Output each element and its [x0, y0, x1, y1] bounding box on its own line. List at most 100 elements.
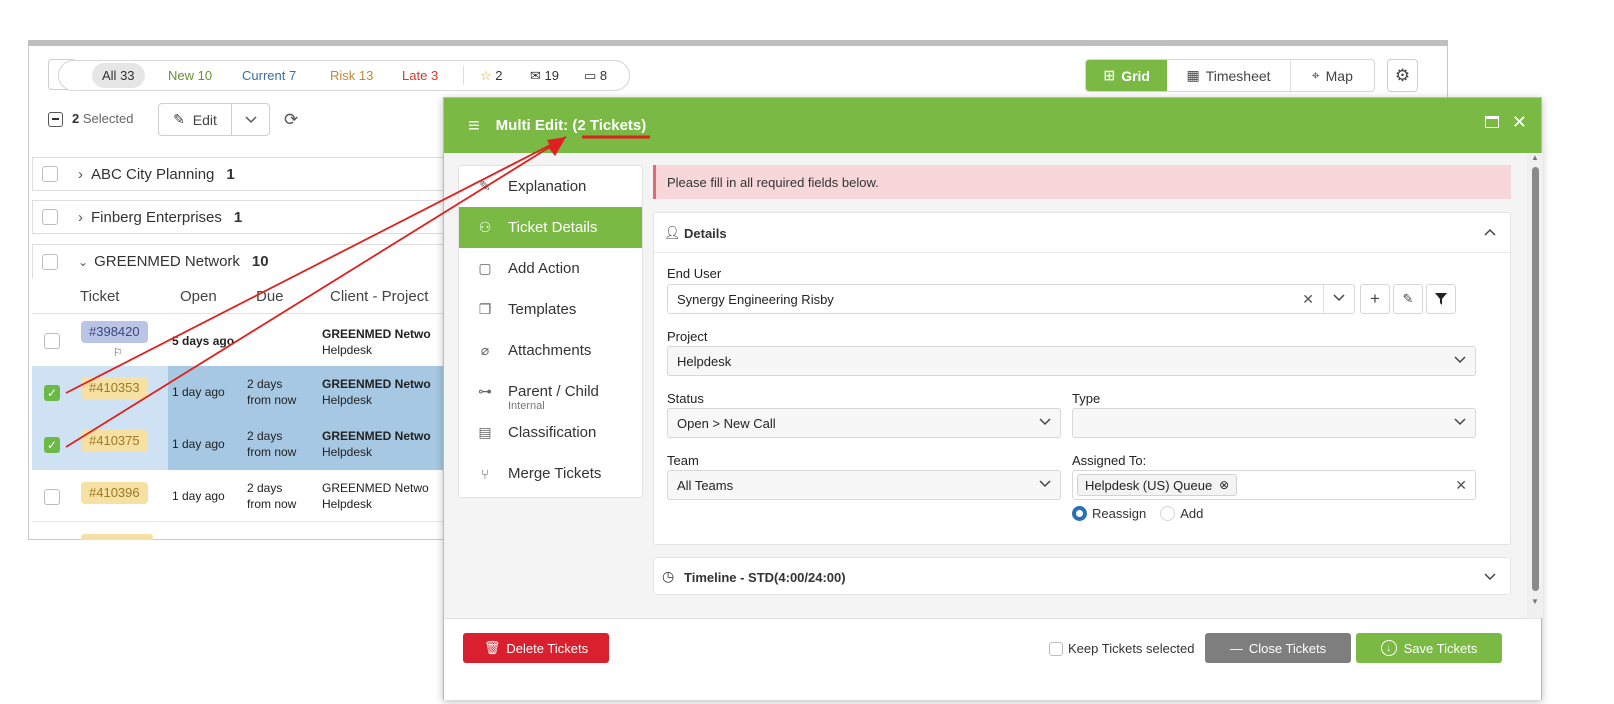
nav-explanation[interactable]: ✎ Explanation	[459, 166, 642, 207]
group-row-abc[interactable]: › ABC City Planning 1	[32, 157, 452, 191]
group-checkbox[interactable]	[42, 209, 58, 225]
edit-notes-icon: ✎	[479, 178, 491, 194]
chevron-down-icon	[1454, 418, 1466, 426]
filter-end-user-button[interactable]	[1426, 284, 1456, 314]
type-select[interactable]	[1072, 408, 1476, 438]
status-label: Status	[667, 391, 704, 406]
clear-icon[interactable]: ✕	[1302, 291, 1314, 308]
row-project: Helpdesk	[322, 393, 373, 407]
filter-all-label: All	[102, 68, 117, 83]
group-row-finberg[interactable]: › Finberg Enterprises 1	[32, 200, 452, 234]
nav-ticket-details[interactable]: ⚇ Ticket Details	[459, 207, 642, 248]
filter-starred-count: 2	[495, 68, 503, 83]
timeline-panel[interactable]: ◷ Timeline - STD(4:00/24:00)	[653, 557, 1511, 595]
add-radio[interactable]	[1160, 506, 1176, 521]
group-checkbox[interactable]	[42, 166, 58, 182]
row-checkbox-checked[interactable]: ✓	[44, 385, 60, 401]
status-select[interactable]: Open > New Call	[667, 408, 1061, 438]
end-user-value: Synergy Engineering Risby	[677, 291, 834, 307]
save-tickets-button[interactable]: ↓ Save Tickets	[1356, 633, 1502, 663]
view-timesheet-button[interactable]: ▦ Timesheet	[1167, 60, 1291, 91]
reassign-radio[interactable]	[1072, 506, 1087, 521]
chevron-up-icon[interactable]	[1484, 228, 1496, 236]
remove-chip-icon[interactable]: ⊗	[1219, 478, 1229, 492]
filter-mail[interactable]: ✉ 19	[520, 63, 569, 88]
nav-templates[interactable]: ❐ Templates	[459, 289, 642, 330]
view-timesheet-label: Timesheet	[1205, 67, 1271, 84]
column-client-project[interactable]: Client - Project	[330, 288, 428, 305]
row-project: Helpdesk	[322, 497, 373, 511]
refresh-icon[interactable]: ⟳	[284, 110, 298, 130]
filter-all[interactable]: All 33	[92, 63, 145, 88]
scrollbar-thumb[interactable]	[1532, 167, 1539, 591]
project-select[interactable]: Helpdesk	[667, 346, 1476, 376]
ticket-badge[interactable]: #410375	[81, 430, 148, 452]
end-user-select[interactable]: Synergy Engineering Risby ✕	[667, 284, 1355, 314]
add-end-user-button[interactable]: +	[1360, 284, 1390, 314]
maximize-icon[interactable]	[1485, 116, 1499, 128]
row-checkbox[interactable]	[44, 489, 60, 505]
save-download-icon: ↓	[1380, 640, 1397, 656]
ticket-badge[interactable]: #398420	[81, 321, 148, 343]
user-solid-icon: 👤︎	[664, 225, 681, 240]
nav-label: Classification	[508, 424, 597, 441]
nav-parent-child[interactable]: ⊶ Parent / Child Internal	[459, 371, 642, 412]
nav-label: Add Action	[508, 260, 580, 277]
assign-mode-radios: Reassign Add	[1072, 506, 1203, 521]
keep-selected-checkbox[interactable]	[1049, 641, 1063, 656]
row-due: 2 days	[247, 377, 283, 391]
filter-new[interactable]: New 10	[158, 63, 222, 88]
filter-icon	[1435, 293, 1447, 305]
nav-attachments[interactable]: ⌀ Attachments	[459, 330, 642, 371]
keep-selected-option[interactable]: Keep Tickets selected	[1049, 641, 1194, 656]
group-checkbox[interactable]	[42, 253, 58, 270]
required-fields-alert: Please fill in all required fields below…	[653, 165, 1511, 199]
chevron-right-icon: ›	[78, 165, 83, 183]
edit-end-user-button[interactable]: ✎	[1393, 284, 1423, 314]
group-row-greenmed[interactable]: ⌄ GREENMED Network 10	[32, 244, 452, 278]
modal-footer: 🗑︎ Delete Tickets Keep Tickets selected —…	[444, 618, 1541, 700]
nav-classification[interactable]: ▤ Classification	[459, 412, 642, 453]
column-due[interactable]: Due	[256, 288, 284, 305]
view-map-button[interactable]: ⌖ Map	[1291, 60, 1374, 91]
team-label: Team	[667, 453, 699, 468]
view-grid-button[interactable]: ⊞ Grid	[1086, 60, 1168, 91]
chevron-down-icon	[1039, 418, 1051, 426]
column-ticket[interactable]: Ticket	[80, 288, 119, 305]
filter-late[interactable]: Late 3	[392, 63, 448, 88]
assigned-to-select[interactable]: Helpdesk (US) Queue ⊗ ✕	[1072, 470, 1476, 500]
row-due: from now	[247, 393, 297, 407]
settings-button[interactable]: ⚙	[1387, 59, 1418, 92]
details-header[interactable]: 👤︎ Details	[654, 213, 1510, 253]
filter-risk-count: 13	[358, 68, 374, 83]
team-select[interactable]: All Teams	[667, 470, 1061, 500]
row-checkbox[interactable]	[44, 333, 60, 349]
edit-dropdown-button[interactable]	[231, 103, 270, 136]
filter-risk[interactable]: Risk 13	[320, 63, 383, 88]
ticket-badge[interactable]: #410396	[81, 482, 148, 504]
clear-icon[interactable]: ✕	[1455, 477, 1467, 494]
close-icon[interactable]: ✕	[1512, 112, 1527, 133]
row-open: 1 day ago	[172, 437, 225, 451]
filter-all-count: 33	[120, 68, 135, 83]
filter-current[interactable]: Current 7	[232, 63, 306, 88]
chevron-down-icon[interactable]	[1333, 292, 1345, 304]
nav-merge-tickets[interactable]: ⑂ Merge Tickets	[459, 453, 642, 494]
selected-count: 2 Selected	[72, 111, 133, 126]
hamburger-menu-icon[interactable]: ≡	[468, 116, 480, 136]
project-value: Helpdesk	[677, 353, 732, 369]
ticket-badge[interactable]: #410353	[81, 377, 148, 399]
filter-chat[interactable]: ▭ 8	[574, 63, 617, 88]
column-open[interactable]: Open	[180, 288, 217, 305]
deselect-checkbox[interactable]	[48, 112, 63, 127]
nav-add-action[interactable]: ▢ Add Action	[459, 248, 642, 289]
row-due: 2 days	[247, 481, 283, 495]
filter-starred[interactable]: ☆ 2	[470, 63, 513, 88]
edit-button[interactable]: ✎ Edit	[158, 103, 232, 136]
window-top-strip	[28, 40, 1448, 46]
view-switcher: ⊞ Grid ▦ Timesheet ⌖ Map	[1085, 59, 1375, 92]
row-checkbox-checked[interactable]: ✓	[44, 437, 60, 453]
close-tickets-button[interactable]: — Close Tickets	[1205, 633, 1351, 663]
modal-scrollbar[interactable]: ▲ ▼	[1527, 153, 1543, 618]
delete-tickets-button[interactable]: 🗑︎ Delete Tickets	[463, 633, 609, 663]
